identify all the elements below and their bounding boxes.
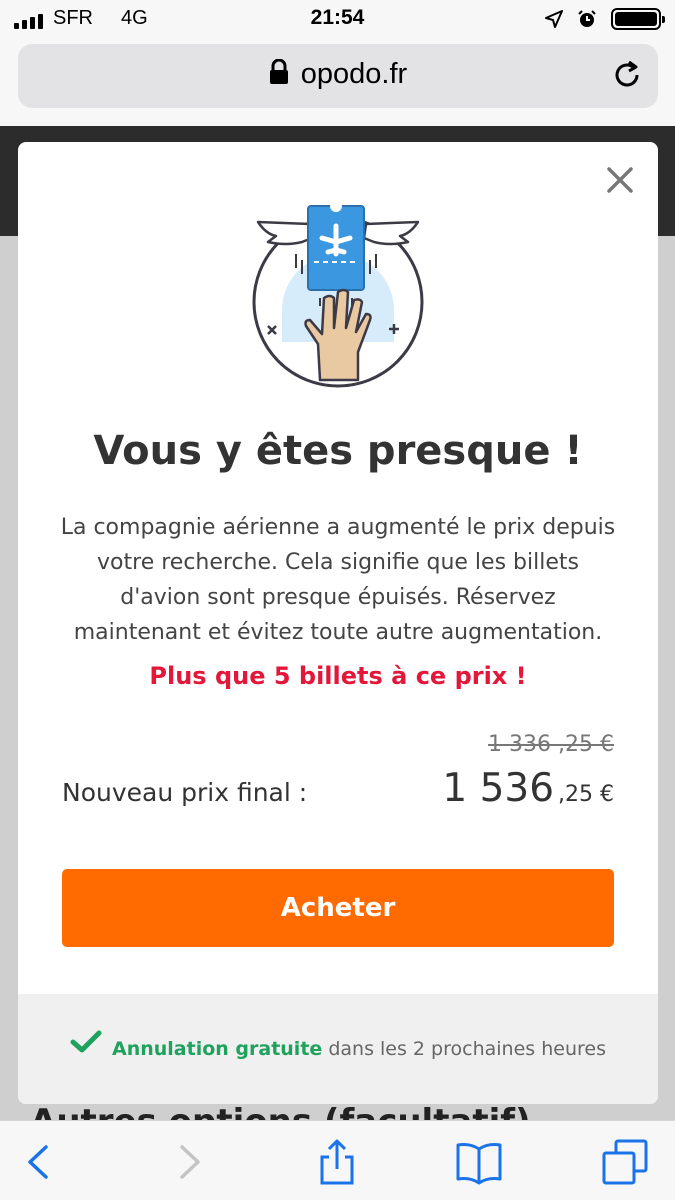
free-cancellation-detail: dans les 2 prochaines heures bbox=[322, 1038, 606, 1060]
share-icon[interactable] bbox=[314, 1139, 360, 1185]
new-price-main: 1 536 bbox=[442, 766, 555, 811]
tabs-icon[interactable] bbox=[602, 1139, 648, 1185]
new-price-cents: ,25 € bbox=[558, 782, 614, 807]
old-price: 1 336 ,25 € bbox=[488, 732, 614, 757]
location-icon bbox=[545, 10, 563, 28]
modal-description: La compagnie aérienne a augmenté le prix… bbox=[60, 515, 616, 645]
modal-footer: Annulation gratuite dans les 2 prochaine… bbox=[18, 994, 658, 1104]
flying-ticket-illustration bbox=[252, 202, 424, 388]
price-change-modal: Vous y êtes presque ! La compagnie aérie… bbox=[18, 142, 658, 1104]
close-icon[interactable] bbox=[606, 166, 634, 194]
check-icon bbox=[70, 1030, 102, 1052]
forward-icon[interactable] bbox=[166, 1139, 212, 1185]
address-bar[interactable]: opodo.fr bbox=[18, 44, 658, 108]
url-text: opodo.fr bbox=[300, 58, 408, 90]
browser-toolbar bbox=[0, 1120, 675, 1200]
new-price-label: Nouveau prix final : bbox=[62, 778, 308, 807]
scarcity-warning: Plus que 5 billets à ce prix ! bbox=[149, 662, 527, 690]
bookmarks-icon[interactable] bbox=[456, 1139, 502, 1185]
lock-icon bbox=[269, 59, 288, 85]
battery-icon bbox=[611, 8, 665, 30]
buy-button[interactable]: Acheter bbox=[62, 869, 614, 947]
status-bar: SFR 4G 21:54 bbox=[0, 0, 675, 38]
back-icon[interactable] bbox=[16, 1139, 62, 1185]
modal-title: Vous y êtes presque ! bbox=[93, 428, 583, 474]
reload-icon[interactable] bbox=[610, 58, 644, 92]
new-price: 1 536,25 € bbox=[442, 766, 614, 811]
alarm-icon bbox=[578, 10, 596, 27]
free-cancellation-label: Annulation gratuite bbox=[112, 1038, 323, 1060]
